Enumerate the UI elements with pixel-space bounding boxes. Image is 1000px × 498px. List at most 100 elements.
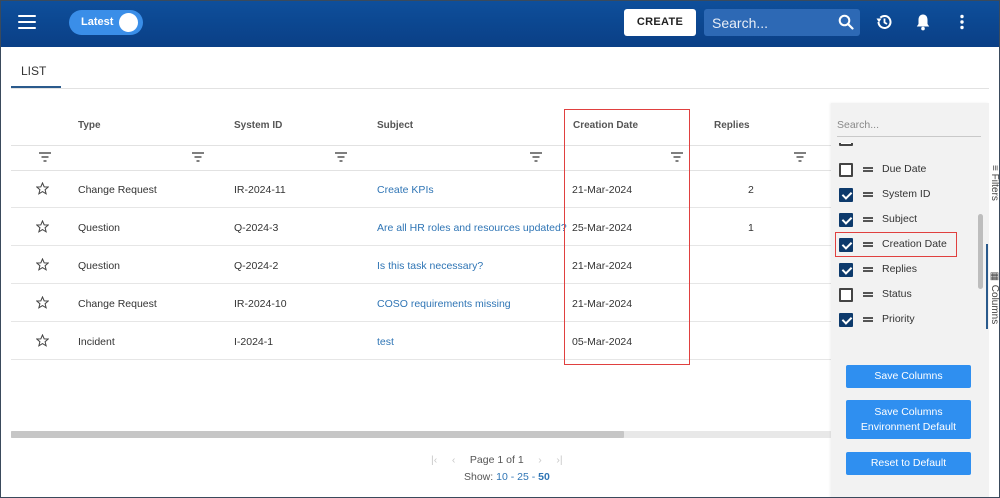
separator: -: [510, 471, 515, 483]
first-page-icon[interactable]: |‹: [431, 454, 437, 466]
history-icon[interactable]: [874, 12, 894, 32]
column-header-subject[interactable]: Subject: [377, 120, 413, 131]
column-checkbox[interactable]: [839, 263, 853, 277]
filter-icon[interactable]: [192, 152, 204, 162]
column-label: Priority: [882, 313, 915, 325]
creation-date-column-highlight: [564, 109, 690, 365]
column-label: Status: [882, 288, 912, 300]
cell-system-id: IR-2024-11: [234, 184, 286, 196]
filter-icon[interactable]: [530, 152, 542, 162]
reset-to-default-button[interactable]: Reset to Default: [846, 452, 971, 475]
tab-list[interactable]: LIST: [21, 64, 46, 78]
cell-replies: 1: [748, 222, 754, 234]
columns-search-input[interactable]: [837, 119, 977, 131]
global-search[interactable]: [704, 9, 860, 36]
star-icon[interactable]: [36, 296, 49, 309]
create-button[interactable]: CREATE: [624, 9, 696, 36]
column-checkbox[interactable]: [839, 143, 853, 146]
drag-handle-icon[interactable]: [863, 217, 873, 222]
column-item-due-date[interactable]: Due Date: [839, 161, 977, 181]
column-checkbox[interactable]: [839, 188, 853, 202]
columns-grid-icon: ▦: [989, 271, 1000, 282]
cell-subject-link[interactable]: test: [377, 336, 394, 348]
prev-page-icon[interactable]: ‹: [452, 454, 456, 466]
column-item-partial[interactable]: [839, 143, 977, 150]
cell-system-id: I-2024-1: [234, 336, 274, 348]
column-checkbox[interactable]: [839, 213, 853, 227]
total-pages: 1: [517, 454, 524, 466]
column-item-priority[interactable]: Priority: [839, 311, 977, 331]
star-icon[interactable]: [36, 182, 49, 195]
table-row[interactable]: Change Request IR-2024-10 COSO requireme…: [11, 285, 831, 322]
drag-handle-icon[interactable]: [863, 317, 873, 322]
column-item-subject[interactable]: Subject: [839, 211, 977, 231]
table-row[interactable]: Question Q-2024-2 Is this task necessary…: [11, 247, 831, 284]
star-icon[interactable]: [36, 258, 49, 271]
filters-side-tab[interactable]: ≡ Filters: [986, 165, 1000, 201]
table-row[interactable]: Change Request IR-2024-11 Create KPIs 21…: [11, 171, 831, 208]
page-size-option[interactable]: 10: [496, 471, 508, 483]
column-checkbox[interactable]: [839, 313, 853, 327]
table-row[interactable]: Question Q-2024-3 Are all HR roles and r…: [11, 209, 831, 246]
column-header-replies[interactable]: Replies: [714, 120, 750, 131]
search-icon[interactable]: [838, 14, 854, 30]
cell-subject-link[interactable]: Is this task necessary?: [377, 260, 483, 272]
column-header-system-id[interactable]: System ID: [234, 120, 282, 131]
bell-icon[interactable]: [913, 12, 933, 32]
latest-toggle[interactable]: Latest: [69, 10, 143, 35]
toggle-knob: [119, 13, 138, 32]
column-checkbox[interactable]: [839, 163, 853, 177]
save-columns-button[interactable]: Save Columns: [846, 365, 971, 388]
button-line-1: Save Columns: [874, 406, 943, 418]
scrollbar-thumb[interactable]: [11, 431, 624, 438]
drag-handle-icon[interactable]: [863, 192, 873, 197]
filters-tab-label: Filters: [989, 173, 1000, 201]
column-item-system-id[interactable]: System ID: [839, 186, 977, 206]
column-header-type[interactable]: Type: [78, 120, 101, 131]
more-vert-icon[interactable]: [952, 12, 972, 32]
cell-type: Incident: [78, 336, 115, 348]
columns-search[interactable]: [837, 115, 981, 137]
column-item-status[interactable]: Status: [839, 286, 977, 306]
filter-icon[interactable]: [794, 152, 806, 162]
next-page-icon[interactable]: ›: [538, 454, 542, 466]
page-size-option-selected[interactable]: 50: [538, 471, 550, 483]
columns-tab-label: Columns: [989, 284, 1000, 325]
cell-replies: 2: [748, 184, 754, 196]
column-label: Due Date: [882, 163, 927, 175]
columns-side-tab[interactable]: ▦ Columns: [986, 271, 1000, 325]
cell-subject-link[interactable]: COSO requirements missing: [377, 298, 511, 310]
column-list-scrollbar[interactable]: [978, 214, 983, 289]
column-item-replies[interactable]: Replies: [839, 261, 977, 281]
page-size-option[interactable]: 25: [517, 471, 529, 483]
cell-subject-link[interactable]: Create KPIs: [377, 184, 434, 196]
drag-handle-icon[interactable]: [863, 267, 873, 272]
of-label: of: [506, 454, 515, 466]
star-icon[interactable]: [36, 220, 49, 233]
filter-icon[interactable]: [335, 152, 347, 162]
global-search-input[interactable]: [704, 9, 834, 36]
filter-icon[interactable]: [39, 152, 51, 162]
cell-system-id: Q-2024-2: [234, 260, 279, 272]
tab-divider: [11, 88, 989, 89]
cell-type: Question: [78, 222, 121, 234]
last-page-icon[interactable]: ›|: [556, 454, 562, 466]
pagination: |‹ ‹ Page 1 of 1 › ›|: [431, 454, 563, 466]
cell-subject-link[interactable]: Are all HR roles and resources updated?: [377, 222, 567, 234]
creation-date-item-highlight: [835, 232, 957, 257]
cell-type: Change Request: [78, 298, 157, 310]
button-line-2: Environment Default: [860, 421, 957, 433]
drag-handle-icon[interactable]: [863, 167, 873, 172]
horizontal-scrollbar[interactable]: [11, 431, 831, 438]
column-checkbox[interactable]: [839, 288, 853, 302]
star-icon[interactable]: [36, 334, 49, 347]
header-divider: [11, 145, 831, 146]
save-columns-env-default-button[interactable]: Save Columns Environment Default: [846, 400, 971, 439]
cell-type: Change Request: [78, 184, 157, 196]
page-label: Page: [469, 454, 495, 466]
table-row[interactable]: Incident I-2024-1 test 05-Mar-2024: [11, 323, 831, 360]
column-label: System ID: [882, 188, 931, 200]
hamburger-menu-icon[interactable]: [18, 15, 36, 31]
drag-handle-icon[interactable]: [863, 292, 873, 297]
app-frame: Latest CREATE LIST Type Sy: [0, 0, 1000, 498]
